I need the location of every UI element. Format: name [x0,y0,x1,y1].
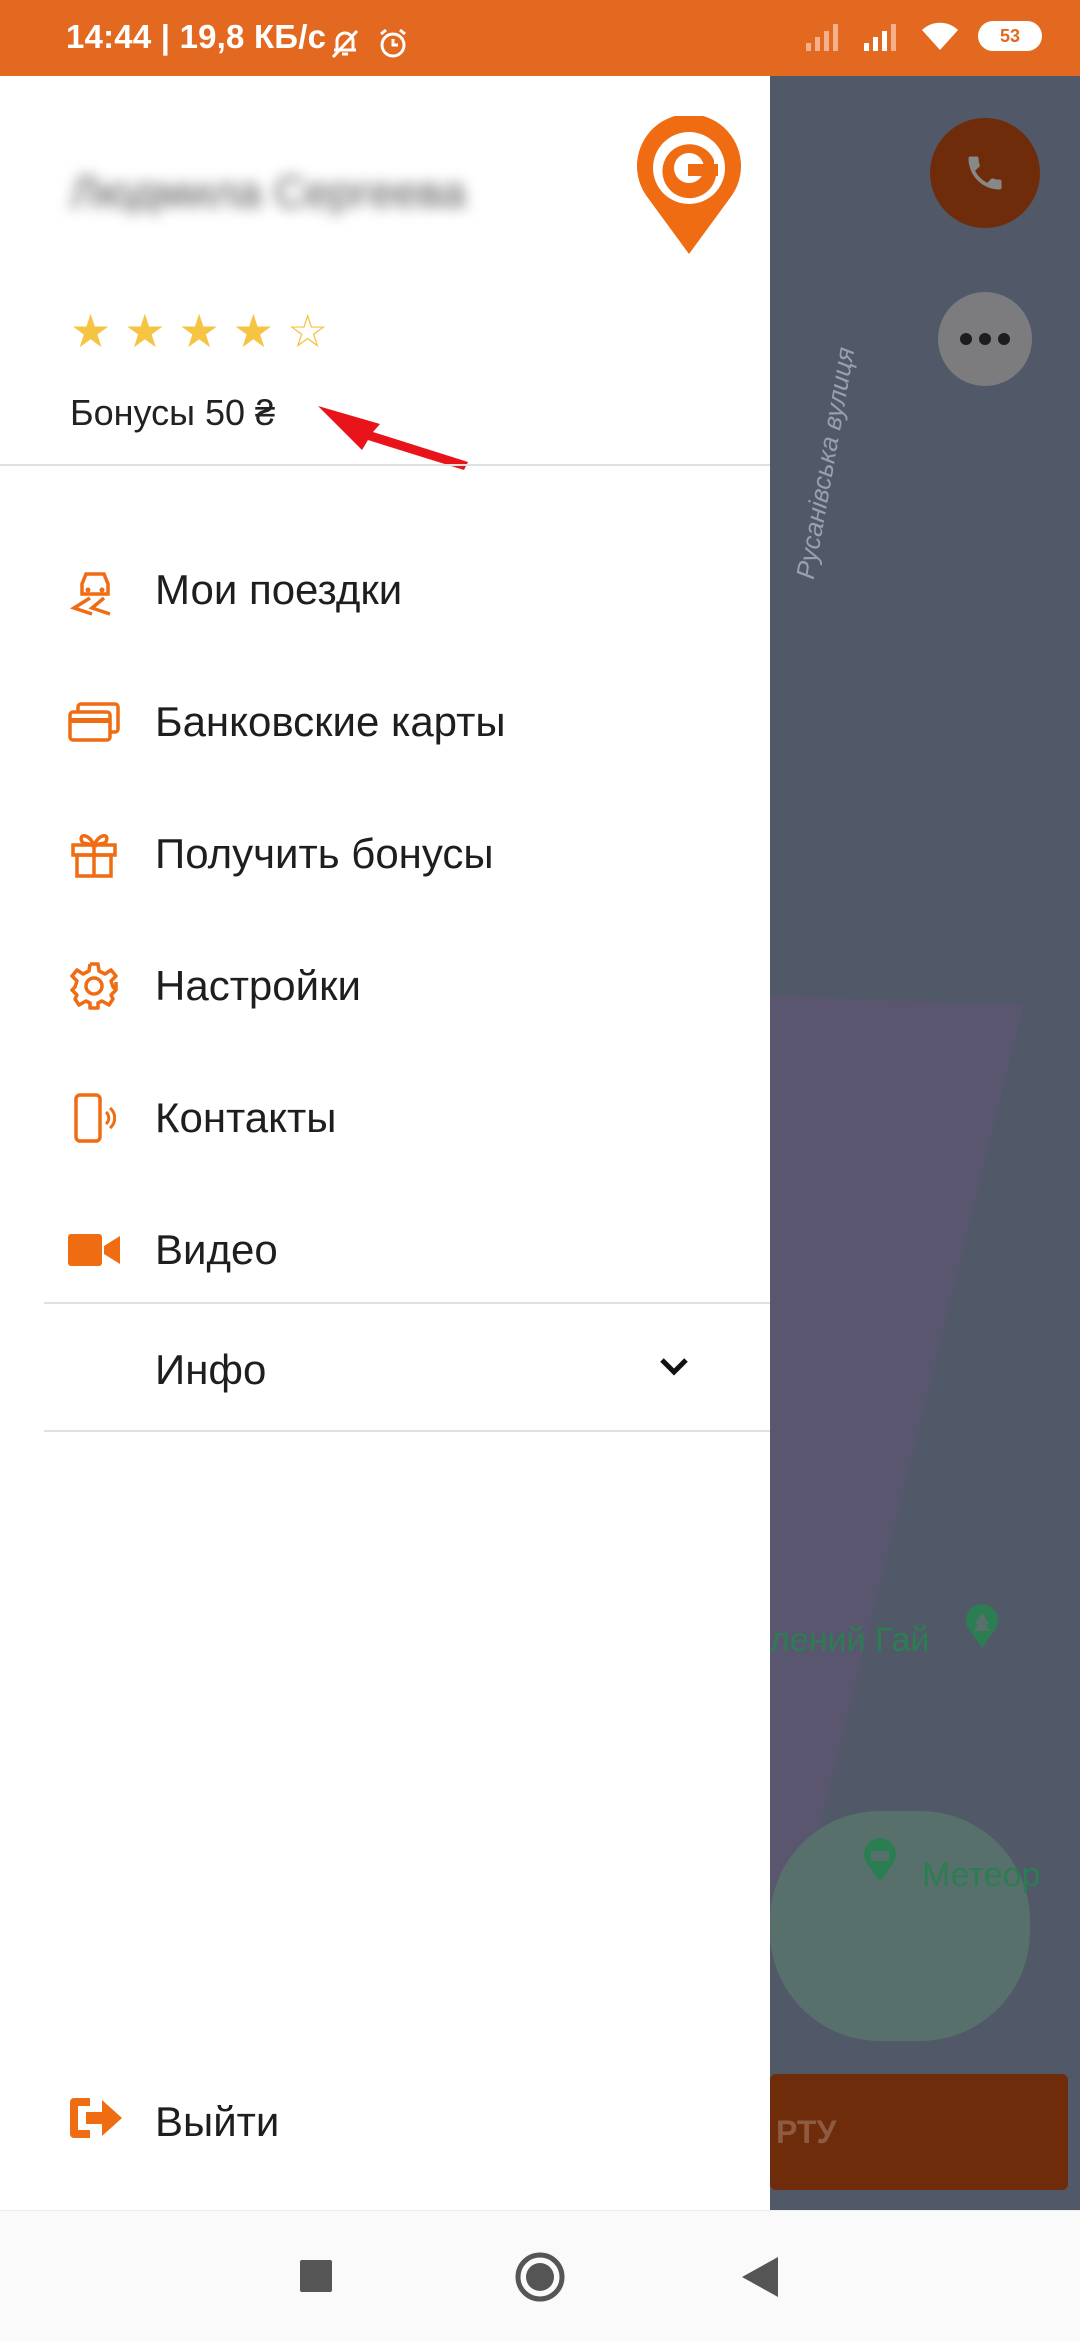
gear-icon [68,960,120,1012]
alarm-icon [380,28,406,58]
menu-item-label: Банковские карты [155,698,506,745]
menu-item-contacts[interactable]: Контакты [0,1052,770,1184]
back-icon[interactable] [738,2249,782,2305]
status-time: 14:44 | 19,8 КБ/с [66,18,327,55]
mute-bell-icon [331,29,359,59]
phone-icon [968,156,1002,190]
user-name: Людмила Сергеева [70,168,466,217]
menu-item-label: Мои поездки [155,566,403,613]
menu-item-info[interactable]: Инфо [0,1304,770,1432]
user-rating: ★ ★ ★ ★ ☆ [70,308,328,354]
gift-icon [68,828,120,880]
signal-icon [864,24,896,51]
star-filled-icon: ★ [178,305,220,357]
menu-item-label: Инфо [155,1346,267,1393]
bonus-balance[interactable]: Бонусы 50 ₴ [70,392,275,434]
more-button[interactable] [938,292,1032,386]
menu-item-trips[interactable]: Мои поездки [0,524,770,656]
map-street-label: Русанівська вулиця [790,344,861,582]
divider [0,464,770,466]
signal-icon [806,24,838,51]
trips-icon [68,564,120,616]
home-icon[interactable] [512,2249,568,2305]
star-empty-icon: ☆ [287,305,329,357]
menu-item-label: Получить бонусы [155,830,494,877]
map-poi-label: Метеор [922,1856,1041,1894]
navigation-drawer: Людмила Сергеева ★ ★ ★ ★ ☆ Бонусы 50 ₴ М… [0,76,770,2210]
menu-item-label: Настройки [155,962,361,1009]
annotation-arrow-icon [318,406,468,470]
poi-pin-icon [864,1838,896,1882]
star-filled-icon: ★ [70,305,112,357]
menu-item-label: Контакты [155,1094,337,1141]
menu-item-bank-cards[interactable]: Банковские карты [0,656,770,788]
star-filled-icon: ★ [232,305,274,357]
menu-item-settings[interactable]: Настройки [0,920,770,1052]
menu-item-label: Видео [155,1226,278,1273]
map-park [770,1811,1030,2041]
map-zone [770,996,1025,1926]
wifi-icon [922,22,958,50]
video-icon [68,1224,120,1276]
logout-label: Выйти [155,2098,280,2145]
system-navigation-bar [0,2210,1080,2341]
menu-item-get-bonuses[interactable]: Получить бонусы [0,788,770,920]
map-poi-label: лений Гай [770,1621,930,1659]
phone-icon [68,1092,120,1144]
card-icon [68,696,120,748]
menu-item-video[interactable]: Видео [0,1184,770,1316]
logout-icon [70,2098,122,2138]
battery-icon: 53 [978,21,1042,51]
call-button[interactable] [930,118,1040,228]
logout-button[interactable]: Выйти [0,2056,770,2188]
drawer-menu: Мои поездки Банковские карты Получить бо… [0,524,770,1316]
recents-icon[interactable] [298,2249,334,2305]
status-bar: 14:44 | 19,8 КБ/с 53 [0,0,1080,76]
star-filled-icon: ★ [124,305,166,357]
chevron-down-icon [660,1358,688,1376]
park-pin-icon [966,1604,998,1648]
divider [44,1430,770,1432]
map-view[interactable]: Русанівська вулиця лений Гай Метеор РТУ [770,76,1080,2210]
app-logo [637,116,741,254]
order-button[interactable]: РТУ [770,2074,1068,2190]
